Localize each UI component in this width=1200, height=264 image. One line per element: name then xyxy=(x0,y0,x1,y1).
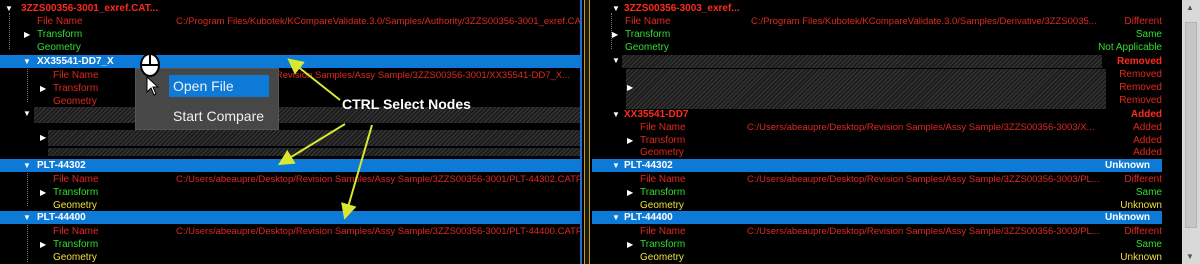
annotation-arrow xyxy=(341,124,373,220)
annotation-label: CTRL Select Nodes xyxy=(342,96,471,112)
annotation-arrows xyxy=(277,58,373,220)
annotation-arrow xyxy=(277,123,346,166)
annotation-arrow xyxy=(287,58,341,101)
